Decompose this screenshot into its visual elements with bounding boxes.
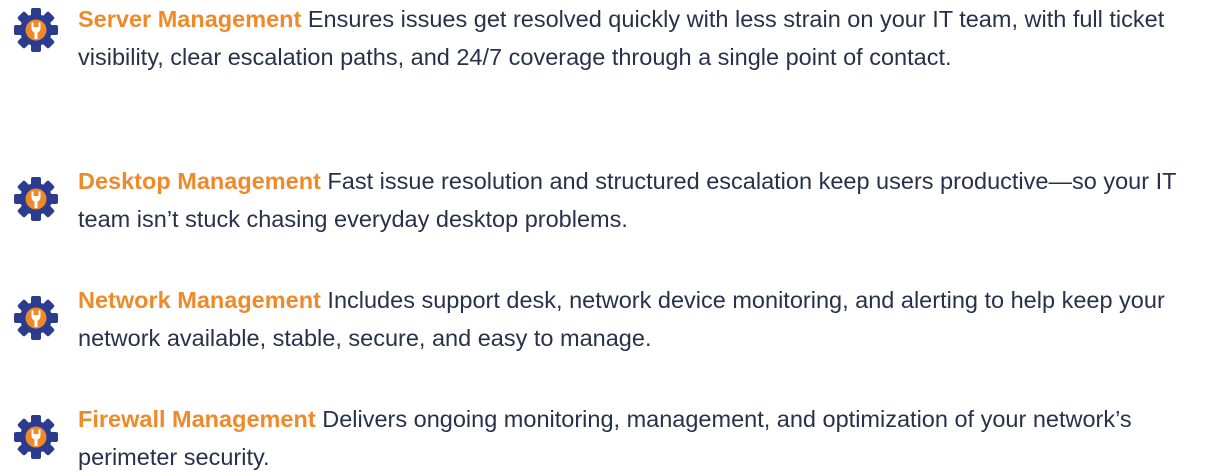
service-title: Firewall Management (78, 406, 316, 432)
service-title: Server Management (78, 6, 302, 32)
gear-wrench-icon (12, 175, 60, 223)
service-description: Server Management Ensures issues get res… (78, 0, 1198, 76)
gear-wrench-icon (12, 413, 60, 461)
gear-wrench-icon (12, 6, 60, 54)
service-title: Desktop Management (78, 168, 321, 194)
gear-wrench-icon (12, 294, 60, 342)
service-description: Network Management Includes support desk… (78, 281, 1198, 357)
service-title: Network Management (78, 287, 321, 313)
service-description: Desktop Management Fast issue resolution… (78, 162, 1198, 238)
service-description: Firewall Management Delivers ongoing mon… (78, 400, 1198, 476)
